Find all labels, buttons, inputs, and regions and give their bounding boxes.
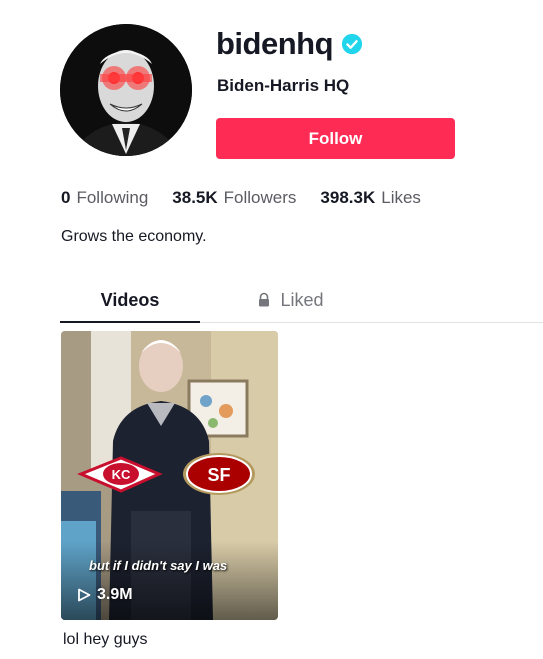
profile-tabs: Videos Liked [60,280,543,323]
tab-liked[interactable]: Liked [220,280,360,320]
stat-followers-value: 38.5K [172,188,218,207]
stat-following-label: Following [76,188,149,207]
avatar[interactable] [60,24,192,156]
play-icon [78,588,91,602]
kc-logo-icon: KC [112,467,131,482]
lock-icon [259,292,270,307]
tab-liked-label: Liked [280,289,324,310]
tab-videos[interactable]: Videos [60,280,200,323]
username-row: bidenhq [216,24,363,64]
stat-followers[interactable]: 38.5K Followers [172,188,296,208]
avatar-image [60,24,192,156]
video-view-count: 3.9M [77,586,133,604]
stat-following-value: 0 [61,188,71,207]
display-name: Biden-Harris HQ [217,76,350,95]
tab-videos-label: Videos [100,289,160,310]
verified-badge-icon [341,33,363,55]
video-views-value: 3.9M [97,586,133,603]
video-title[interactable]: lol hey guys [63,631,148,649]
profile-stats: 0 Following 38.5K Followers 398.3K Likes [61,188,421,208]
video-card[interactable]: KC SF but if I didn't say I was 3.9M [61,331,278,620]
stat-following[interactable]: 0 Following [61,188,148,208]
stat-likes-value: 398.3K [320,188,376,207]
username: bidenhq [216,26,334,61]
follow-button[interactable]: Follow [216,118,455,159]
bio: Grows the economy. [61,228,207,245]
sf-logo-icon: SF [207,465,230,485]
stat-likes-label: Likes [381,188,421,207]
video-thumbnail: KC SF [61,331,278,620]
stat-likes: 398.3K Likes [320,188,421,208]
stat-followers-label: Followers [223,188,297,207]
video-caption-overlay: but if I didn't say I was [89,558,228,573]
